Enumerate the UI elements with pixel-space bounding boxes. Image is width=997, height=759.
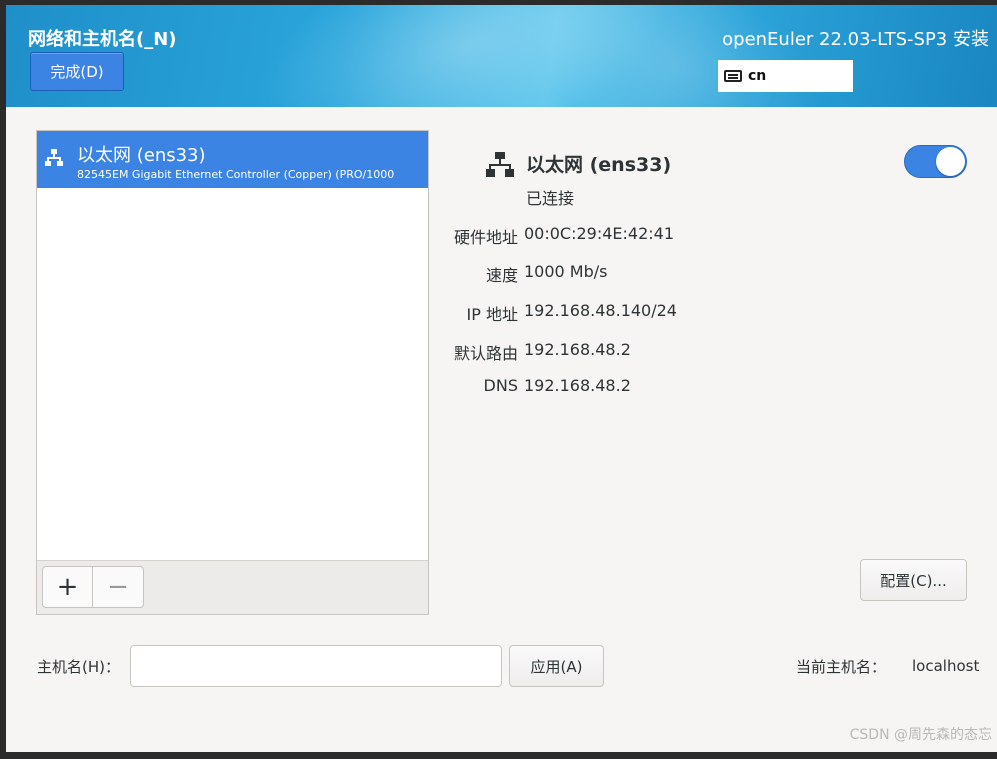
default-route-label: 默认路由 bbox=[453, 344, 518, 363]
ip-address-value: 192.168.48.140/24 bbox=[524, 301, 677, 320]
hardware-address-label: 硬件地址 bbox=[453, 228, 518, 247]
dns-value: 192.168.48.2 bbox=[524, 376, 631, 395]
current-hostname-label: 当前主机名： bbox=[796, 658, 887, 676]
device-list-toolbar: + − bbox=[37, 560, 428, 614]
add-device-button[interactable]: + bbox=[42, 566, 93, 608]
header-bar: 网络和主机名(_N) 完成(D) openEuler 22.03-LTS-SP3… bbox=[6, 5, 997, 107]
network-wired-icon bbox=[45, 149, 63, 166]
page-title: 网络和主机名(_N) bbox=[28, 29, 177, 50]
watermark: CSDN @周先森的态忘 bbox=[849, 727, 992, 743]
hardware-address-value: 00:0C:29:4E:42:41 bbox=[524, 224, 675, 243]
hostname-label: 主机名(H)： bbox=[37, 658, 120, 676]
apply-button[interactable]: 应用(A) bbox=[509, 645, 604, 687]
device-list: 以太网 (ens33) 82545EM Gigabit Ethernet Con… bbox=[36, 130, 429, 615]
product-title: openEuler 22.03-LTS-SP3 安装 bbox=[722, 29, 989, 50]
installer-window: 网络和主机名(_N) 完成(D) openEuler 22.03-LTS-SP3… bbox=[6, 5, 997, 752]
device-detail-title: 以太网 (ens33) bbox=[526, 154, 672, 176]
network-wired-icon bbox=[486, 152, 514, 177]
default-route-value: 192.168.48.2 bbox=[524, 340, 631, 359]
configure-button[interactable]: 配置(C)... bbox=[860, 559, 967, 601]
current-hostname-value: localhost bbox=[912, 657, 980, 675]
keyboard-icon bbox=[724, 70, 742, 82]
hostname-input[interactable] bbox=[130, 645, 502, 687]
connection-toggle[interactable] bbox=[904, 145, 967, 178]
speed-label: 速度 bbox=[485, 266, 518, 285]
keyboard-layout-indicator[interactable]: cn bbox=[718, 60, 853, 92]
connection-status: 已连接 bbox=[526, 189, 575, 208]
done-button[interactable]: 完成(D) bbox=[30, 52, 124, 91]
device-name: 以太网 (ens33) bbox=[77, 145, 206, 166]
speed-value: 1000 Mb/s bbox=[524, 262, 608, 281]
toggle-knob bbox=[936, 147, 965, 176]
device-description: 82545EM Gigabit Ethernet Controller (Cop… bbox=[77, 168, 395, 181]
device-list-item-ens33[interactable]: 以太网 (ens33) 82545EM Gigabit Ethernet Con… bbox=[37, 131, 428, 188]
keyboard-layout-label: cn bbox=[748, 68, 767, 84]
ip-address-label: IP 地址 bbox=[466, 305, 518, 324]
remove-device-button[interactable]: − bbox=[93, 566, 144, 608]
dns-label: DNS bbox=[483, 376, 518, 395]
